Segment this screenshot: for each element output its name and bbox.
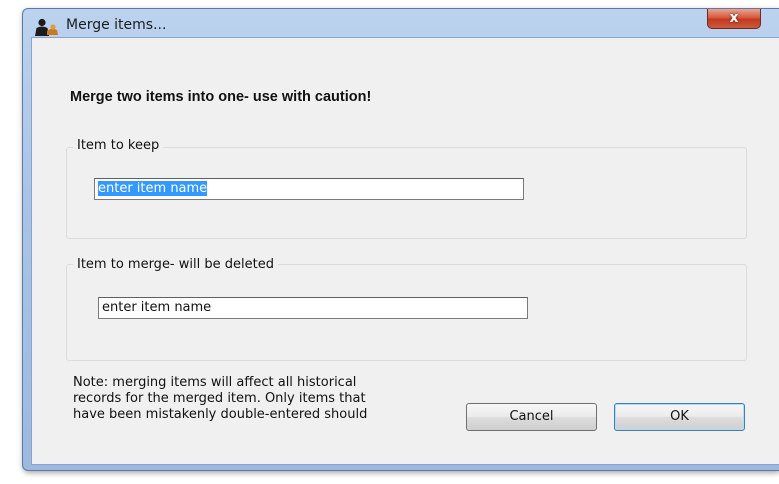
note-line: Note: merging items will affect all hist… bbox=[73, 375, 357, 390]
ok-button[interactable]: OK bbox=[614, 403, 745, 431]
note-line: records for the merged item. Only items … bbox=[73, 391, 366, 406]
close-icon: x bbox=[729, 10, 739, 26]
merge-note: Note: merging items will affect all hist… bbox=[73, 375, 423, 423]
item-to-keep-input-value: enter item name bbox=[98, 181, 208, 196]
item-to-merge-input-value: enter item name bbox=[102, 300, 212, 315]
cancel-button[interactable]: Cancel bbox=[466, 403, 597, 431]
window-title: Merge items... bbox=[66, 17, 167, 33]
close-button[interactable]: x bbox=[707, 9, 761, 29]
user-silhouette-icon bbox=[35, 18, 58, 36]
item-to-keep-input[interactable]: enter item name bbox=[94, 178, 524, 200]
item-to-merge-input[interactable]: enter item name bbox=[98, 297, 528, 319]
note-line: have been mistakenly double-entered shou… bbox=[73, 407, 368, 422]
dialog-heading: Merge two items into one- use with cauti… bbox=[70, 89, 372, 105]
item-to-keep-label: Item to keep bbox=[73, 138, 164, 153]
title-bar[interactable]: Merge items... x bbox=[23, 9, 779, 39]
item-to-merge-label: Item to merge- will be deleted bbox=[73, 257, 278, 272]
